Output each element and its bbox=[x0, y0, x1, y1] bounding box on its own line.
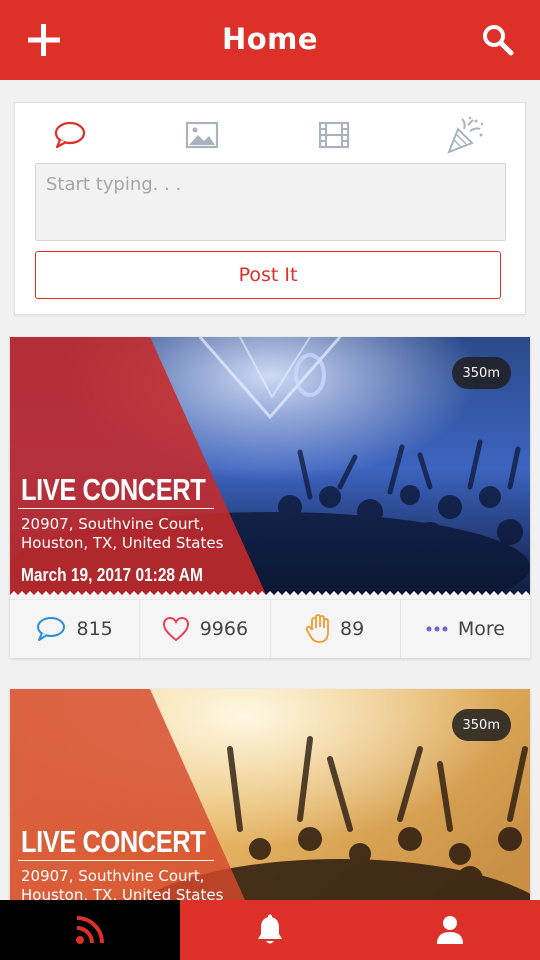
post-type-selector bbox=[15, 115, 525, 155]
search-icon bbox=[483, 25, 514, 56]
card-actions: 815 9966 89 More bbox=[10, 599, 530, 658]
hands-count: 89 bbox=[340, 618, 365, 640]
post-composer: Post It bbox=[14, 102, 526, 315]
film-icon bbox=[318, 121, 350, 149]
user-icon bbox=[437, 916, 463, 944]
post-text-input[interactable] bbox=[35, 163, 506, 241]
hand-button[interactable]: 89 bbox=[271, 600, 401, 658]
tab-feed[interactable] bbox=[0, 900, 180, 960]
hand-icon bbox=[306, 614, 329, 643]
comments-button[interactable]: 815 bbox=[10, 600, 141, 658]
rss-icon bbox=[76, 916, 104, 944]
distance-badge: 350m bbox=[451, 709, 511, 741]
comments-count: 815 bbox=[76, 618, 113, 640]
image-icon bbox=[185, 121, 219, 149]
comment-icon bbox=[37, 617, 66, 641]
post-type-text[interactable] bbox=[50, 115, 90, 155]
comment-icon bbox=[54, 121, 86, 149]
like-button[interactable]: 9966 bbox=[140, 600, 271, 658]
search-button[interactable] bbox=[480, 22, 516, 58]
tab-profile[interactable] bbox=[360, 900, 540, 960]
heart-icon bbox=[162, 616, 189, 642]
distance-badge: 350m bbox=[451, 357, 511, 389]
zigzag-edge bbox=[10, 591, 530, 599]
post-it-button[interactable]: Post It bbox=[35, 251, 501, 299]
more-label: More bbox=[457, 618, 505, 640]
bell-icon bbox=[258, 914, 282, 944]
more-button[interactable]: More bbox=[401, 600, 530, 658]
post-type-event[interactable] bbox=[446, 115, 486, 155]
event-title: LIVE CONCERT bbox=[21, 472, 206, 507]
top-app-bar: Home bbox=[0, 0, 540, 80]
title-divider bbox=[18, 508, 214, 509]
party-popper-icon bbox=[447, 116, 484, 154]
event-datetime: March 19, 2017 01:28 AM bbox=[21, 565, 203, 585]
likes-count: 9966 bbox=[199, 618, 249, 640]
more-dots-icon bbox=[426, 626, 448, 632]
bottom-navigation bbox=[0, 900, 540, 960]
tab-notifications[interactable] bbox=[180, 900, 360, 960]
event-card[interactable]: 350m LIVE CONCERT 20907, Southvine Court… bbox=[10, 337, 530, 658]
page-title: Home bbox=[221, 22, 319, 56]
event-title: LIVE CONCERT bbox=[21, 824, 206, 859]
title-divider bbox=[18, 860, 214, 861]
event-photo: 350m LIVE CONCERT 20907, Southvine Court… bbox=[10, 337, 530, 599]
post-type-image[interactable] bbox=[182, 115, 222, 155]
event-address: 20907, Southvine Court, Houston, TX, Uni… bbox=[21, 515, 224, 552]
post-type-video[interactable] bbox=[314, 115, 354, 155]
